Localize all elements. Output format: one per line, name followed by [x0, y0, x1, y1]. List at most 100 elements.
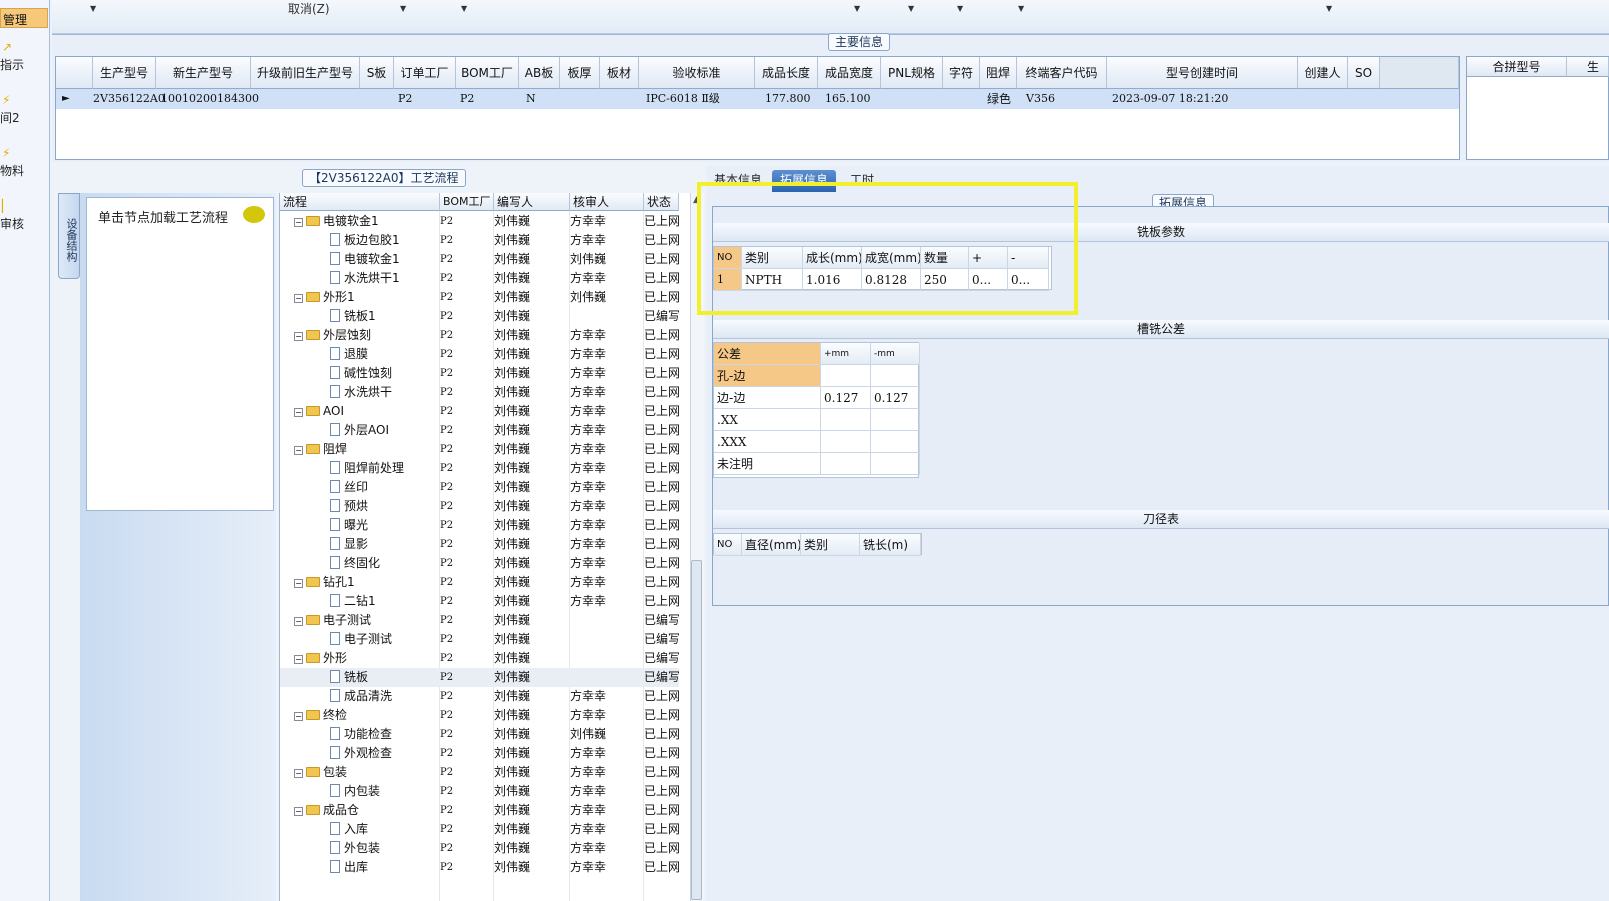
tree-node[interactable]: 丝印	[330, 478, 368, 497]
tree-row[interactable]: 功能检查 P2 刘伟巍 刘伟巍 已上网	[280, 725, 679, 744]
cell-width[interactable]: 165.100	[823, 89, 871, 109]
tree-cell-bom[interactable]: P2	[440, 440, 453, 459]
tree-node[interactable]: − AOI	[294, 402, 344, 421]
col-header[interactable]: 合拼型号	[1467, 57, 1567, 77]
tree-row[interactable]: − 电镀软金1 P2 刘伟巍 方幸幸 已上网	[280, 212, 679, 231]
cell[interactable]	[821, 365, 871, 387]
tree-cell-w[interactable]: 刘伟巍	[494, 801, 530, 820]
tree-cell-w[interactable]: 刘伟巍	[494, 763, 530, 782]
tree-cell-st[interactable]: 已上网	[644, 554, 679, 573]
col-header[interactable]: 字符	[943, 57, 980, 89]
tree-row[interactable]: 铣板 P2 刘伟巍 已编写	[280, 668, 679, 687]
row-label[interactable]: 孔-边	[714, 365, 821, 387]
tree-cell-r[interactable]: 方幸幸	[570, 516, 606, 535]
col-header[interactable]: 核审人	[570, 193, 644, 211]
col-header[interactable]: 验收标准	[639, 57, 755, 89]
tree-cell-w[interactable]: 刘伟巍	[494, 459, 530, 478]
collapse-icon[interactable]: −	[294, 446, 303, 455]
tree-cell-st[interactable]: 已上网	[644, 687, 679, 706]
col-header[interactable]: 板材	[600, 57, 639, 89]
tree-cell-bom[interactable]: P2	[440, 744, 453, 763]
dropdown-arrow-icon[interactable]: ▼	[957, 4, 963, 13]
tree-cell-r[interactable]: 方幸幸	[570, 497, 606, 516]
col-header[interactable]: 公差	[714, 343, 821, 365]
tree-cell-w[interactable]: 刘伟巍	[494, 307, 530, 326]
tree-cell-w[interactable]: 刘伟巍	[494, 231, 530, 250]
tree-node[interactable]: 终固化	[330, 554, 380, 573]
tree-cell-bom[interactable]: P2	[440, 326, 453, 345]
tree-row[interactable]: 阻焊前处理 P2 刘伟巍 方幸幸 已上网	[280, 459, 679, 478]
tree-cell-w[interactable]: 刘伟巍	[494, 649, 530, 668]
col-header[interactable]: 直径(mm)	[742, 534, 801, 556]
tree-row[interactable]: 显影 P2 刘伟巍 方幸幸 已上网	[280, 535, 679, 554]
tree-row[interactable]: − 钻孔1 P2 刘伟巍 方幸幸 已上网	[280, 573, 679, 592]
tree-cell-r[interactable]: 方幸幸	[570, 592, 606, 611]
tree-cell-bom[interactable]: P2	[440, 573, 453, 592]
tree-row[interactable]: 曝光 P2 刘伟巍 方幸幸 已上网	[280, 516, 679, 535]
col-header[interactable]: 升级前旧生产型号	[251, 57, 360, 89]
col-header[interactable]: 新生产型号	[156, 57, 251, 89]
tree-row[interactable]: − 包装 P2 刘伟巍 方幸幸 已上网	[280, 763, 679, 782]
tree-node[interactable]: − 钻孔1	[294, 573, 355, 592]
tree-cell-w[interactable]: 刘伟巍	[494, 364, 530, 383]
cell[interactable]: 0.127	[871, 387, 920, 409]
dropdown-arrow-icon[interactable]: ▼	[400, 4, 406, 13]
collapse-icon[interactable]: −	[294, 332, 303, 341]
tree-cell-st[interactable]: 已上网	[644, 820, 679, 839]
tree-cell-r[interactable]: 方幸幸	[570, 326, 606, 345]
tree-cell-st[interactable]: 已上网	[644, 250, 679, 269]
col-header[interactable]: 订单工厂	[394, 57, 456, 89]
cell[interactable]	[871, 431, 920, 453]
tree-row[interactable]: 入库 P2 刘伟巍 方幸幸 已上网	[280, 820, 679, 839]
tree-cell-r[interactable]: 方幸幸	[570, 554, 606, 573]
tree-cell-st[interactable]: 已上网	[644, 288, 679, 307]
tree-node[interactable]: 外观检查	[330, 744, 392, 763]
dropdown-arrow-icon[interactable]: ▼	[461, 4, 467, 13]
cell-order-factory[interactable]: P2	[396, 89, 412, 109]
tree-cell-st[interactable]: 已上网	[644, 212, 679, 231]
tree-cell-bom[interactable]: P2	[440, 383, 453, 402]
dropdown-arrow-icon[interactable]: ▼	[1018, 4, 1024, 13]
tree-cell-bom[interactable]: P2	[440, 288, 453, 307]
col-header[interactable]: 流程	[280, 193, 440, 211]
col-header[interactable]: 创建人	[1298, 57, 1348, 89]
col-header[interactable]: S板	[360, 57, 394, 89]
collapse-icon[interactable]: −	[294, 408, 303, 417]
tree-node[interactable]: 水洗烘干1	[330, 269, 400, 288]
tree-node[interactable]: 预烘	[330, 497, 368, 516]
tree-row[interactable]: 外观检查 P2 刘伟巍 方幸幸 已上网	[280, 744, 679, 763]
tree-cell-st[interactable]: 已上网	[644, 706, 679, 725]
col-header[interactable]: NO	[714, 534, 742, 556]
tree-cell-r[interactable]: 方幸幸	[570, 364, 606, 383]
tree-cell-r[interactable]: 刘伟巍	[570, 288, 606, 307]
tree-cell-bom[interactable]: P2	[440, 668, 453, 687]
tree-cell-w[interactable]: 刘伟巍	[494, 269, 530, 288]
tree-cell-bom[interactable]: P2	[440, 782, 453, 801]
tree-row[interactable]: 板边包胶1 P2 刘伟巍 方幸幸 已上网	[280, 231, 679, 250]
tree-cell-r[interactable]: 方幸幸	[570, 478, 606, 497]
collapse-icon[interactable]: −	[294, 617, 303, 626]
tree-cell-bom[interactable]: P2	[440, 611, 453, 630]
tree-node[interactable]: − 成品仓	[294, 801, 359, 820]
tree-cell-bom[interactable]: P2	[440, 497, 453, 516]
cell[interactable]: 0.127	[821, 387, 871, 409]
tree-cell-w[interactable]: 刘伟巍	[494, 554, 530, 573]
tree-node[interactable]: 铣板	[330, 668, 368, 687]
tree-node[interactable]: 电子测试	[330, 630, 392, 649]
collapse-icon[interactable]: −	[294, 712, 303, 721]
tree-cell-r[interactable]: 方幸幸	[570, 782, 606, 801]
tree-row[interactable]: − 成品仓 P2 刘伟巍 方幸幸 已上网	[280, 801, 679, 820]
tree-row[interactable]: 退膜 P2 刘伟巍 方幸幸 已上网	[280, 345, 679, 364]
tree-row[interactable]: − 阻焊 P2 刘伟巍 方幸幸 已上网	[280, 440, 679, 459]
tree-cell-bom[interactable]: P2	[440, 269, 453, 288]
col-header[interactable]: BOM工厂	[440, 193, 494, 211]
tree-cell-st[interactable]: 已上网	[644, 421, 679, 440]
tree-cell-st[interactable]: 已上网	[644, 763, 679, 782]
tree-node[interactable]: 阻焊前处理	[330, 459, 404, 478]
cell-length[interactable]: 177.800	[763, 89, 811, 109]
tree-cell-r[interactable]: 方幸幸	[570, 687, 606, 706]
tree-cell-w[interactable]: 刘伟巍	[494, 839, 530, 858]
cell[interactable]	[871, 365, 920, 387]
tree-cell-w[interactable]: 刘伟巍	[494, 212, 530, 231]
tree-cell-r[interactable]: 方幸幸	[570, 820, 606, 839]
